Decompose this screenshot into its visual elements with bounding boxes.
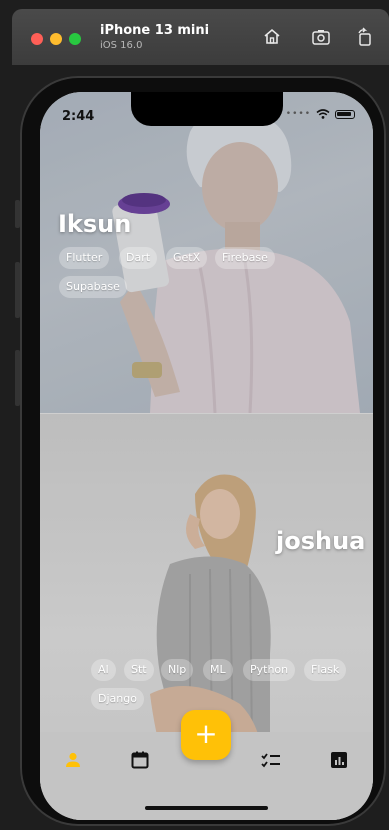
wifi-icon (316, 109, 330, 119)
signal-icon: •••• (285, 109, 311, 119)
os-version: iOS 16.0 (100, 40, 143, 51)
profile-name: Iksun (58, 210, 132, 238)
close-window-button[interactable] (31, 33, 43, 45)
nav-profile[interactable] (59, 746, 87, 774)
nav-stats[interactable] (325, 746, 353, 774)
minimize-window-button[interactable] (50, 33, 62, 45)
status-time: 2:44 (62, 109, 95, 124)
skill-tag[interactable]: Python (243, 659, 296, 681)
skill-tag[interactable]: Django (91, 688, 144, 710)
home-indicator (145, 806, 268, 810)
rotate-icon[interactable] (354, 27, 376, 49)
zoom-window-button[interactable] (69, 33, 81, 45)
profile-card[interactable]: Iksun Flutter Dart GetX Firebase Supabas… (40, 92, 373, 413)
person-icon (66, 752, 80, 767)
bottom-nav: + (40, 710, 373, 820)
nav-checklist[interactable] (257, 746, 285, 774)
nav-calendar[interactable] (126, 746, 154, 774)
chart-icon (331, 752, 347, 768)
skill-tag[interactable]: Dart (119, 247, 158, 269)
skill-tag[interactable]: Flask (304, 659, 347, 681)
skill-tag[interactable]: Supabase (59, 276, 127, 298)
checklist-icon (261, 753, 280, 768)
notch (131, 92, 283, 126)
mute-switch (15, 200, 20, 228)
skill-tag[interactable]: ML (203, 659, 233, 681)
volume-down-button (15, 350, 20, 406)
phone-screen: 2:44 •••• Iksun Flutter Dart GetX Fireba… (40, 92, 373, 820)
profile-name: joshua (276, 527, 366, 555)
device-name: iPhone 13 mini (100, 23, 210, 38)
skill-tag[interactable]: Flutter (59, 247, 110, 269)
skill-tag[interactable]: AI (91, 659, 116, 681)
home-icon[interactable] (261, 27, 283, 49)
simulator-toolbar: iPhone 13 mini iOS 16.0 (12, 9, 389, 65)
status-icons: •••• (286, 109, 355, 119)
skill-tag[interactable]: Nlp (161, 659, 194, 681)
add-button[interactable]: + (181, 710, 231, 760)
calendar-icon (131, 751, 149, 769)
skill-tag[interactable]: Firebase (215, 247, 275, 269)
battery-icon (335, 109, 355, 119)
screenshot-icon[interactable] (310, 27, 332, 49)
skill-tag[interactable]: Stt (124, 659, 154, 681)
volume-up-button (15, 262, 20, 318)
skill-tag[interactable]: GetX (166, 247, 208, 269)
